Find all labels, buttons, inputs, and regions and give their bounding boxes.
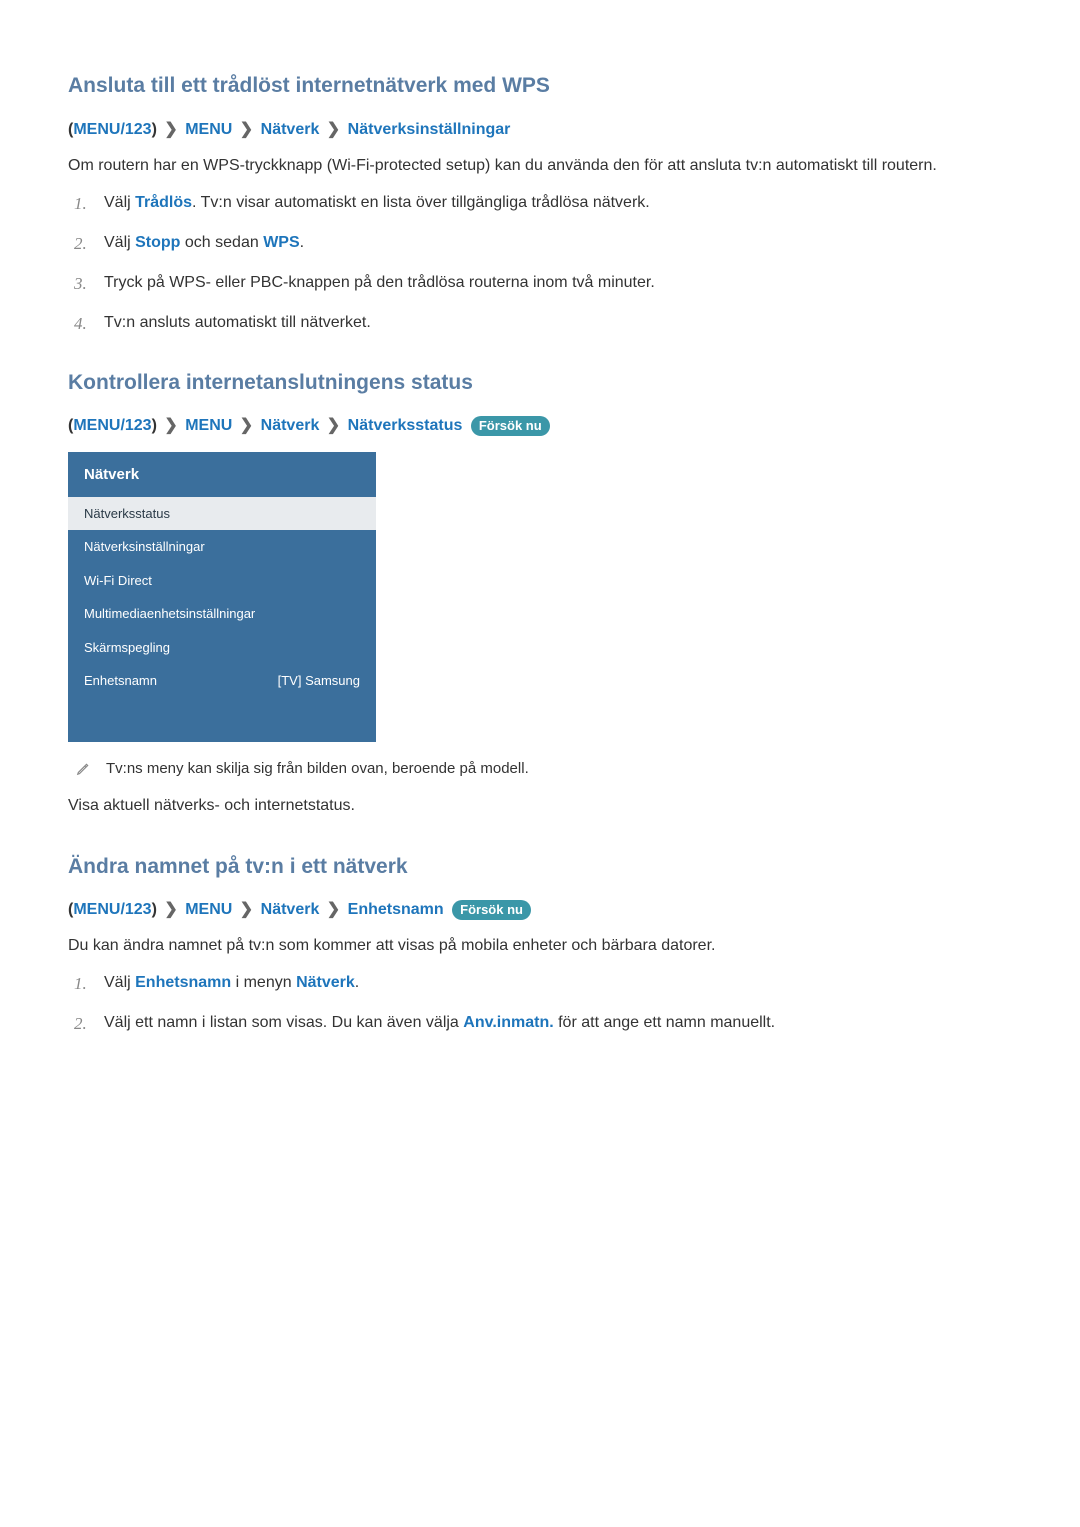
step-1: Välj Enhetsnamn i menyn Nätverk. bbox=[68, 971, 1012, 995]
steps-wps: Välj Trådlös. Tv:n visar automatiskt en … bbox=[68, 191, 1012, 335]
heading-change-name: Ändra namnet på tv:n i ett nätverk bbox=[68, 851, 1012, 883]
menu-item-skarmspegling[interactable]: Skärmspegling bbox=[68, 631, 376, 665]
link-stopp: Stopp bbox=[135, 234, 180, 251]
steps-devicename: Välj Enhetsnamn i menyn Nätverk. Välj et… bbox=[68, 971, 1012, 1035]
menu-item-wifidirect[interactable]: Wi-Fi Direct bbox=[68, 564, 376, 598]
menu-item-enhetsnamn[interactable]: Enhetsnamn [TV] Samsung bbox=[68, 664, 376, 698]
bc-menu: MENU bbox=[185, 901, 232, 918]
heading-wps: Ansluta till ett trådlöst internetnätver… bbox=[68, 70, 1012, 102]
bc-menu: MENU bbox=[185, 417, 232, 434]
tv-menu-screenshot: Nätverk Nätverksstatus Nätverksinställni… bbox=[68, 452, 376, 742]
chevron-right-icon: ❯ bbox=[240, 414, 253, 438]
intro-wps: Om routern har en WPS-tryckknapp (Wi-Fi-… bbox=[68, 154, 1012, 179]
breadcrumb-wps: (MENU/123) ❯ MENU ❯ Nätverk ❯ Nätverksin… bbox=[68, 118, 1012, 142]
menu-item-label: Skärmspegling bbox=[84, 638, 170, 658]
link-enhetsnamn: Enhetsnamn bbox=[135, 974, 231, 991]
breadcrumb-status: (MENU/123) ❯ MENU ❯ Nätverk ❯ Nätverksst… bbox=[68, 414, 1012, 438]
link-natverk: Nätverk bbox=[296, 974, 355, 991]
bc-natverk: Nätverk bbox=[261, 901, 320, 918]
step-4: Tv:n ansluts automatiskt till nätverket. bbox=[68, 311, 1012, 335]
link-anvinmatn: Anv.inmatn. bbox=[463, 1014, 553, 1031]
step-2: Välj Stopp och sedan WPS. bbox=[68, 231, 1012, 255]
body-status: Visa aktuell nätverks- och internetstatu… bbox=[68, 794, 1012, 819]
menu-item-value: [TV] Samsung bbox=[278, 671, 360, 691]
note-text: Tv:ns meny kan skilja sig från bilden ov… bbox=[106, 758, 529, 781]
step-3: Tryck på WPS- eller PBC-knappen på den t… bbox=[68, 271, 1012, 295]
intro-devicename: Du kan ändra namnet på tv:n som kommer a… bbox=[68, 934, 1012, 959]
chevron-right-icon: ❯ bbox=[240, 118, 253, 142]
section-connect-wps: Ansluta till ett trådlöst internetnätver… bbox=[68, 70, 1012, 335]
menu-item-label: Wi-Fi Direct bbox=[84, 571, 152, 591]
chevron-right-icon: ❯ bbox=[164, 118, 177, 142]
step-1: Välj Trådlös. Tv:n visar automatiskt en … bbox=[68, 191, 1012, 215]
chevron-right-icon: ❯ bbox=[327, 118, 340, 142]
section-change-name: Ändra namnet på tv:n i ett nätverk (MENU… bbox=[68, 851, 1012, 1036]
bc-natverk: Nätverk bbox=[261, 121, 320, 138]
link-wps: WPS bbox=[263, 234, 299, 251]
menu-item-multimedia[interactable]: Multimediaenhetsinställningar bbox=[68, 597, 376, 631]
breadcrumb-devicename: (MENU/123) ❯ MENU ❯ Nätverk ❯ Enhetsnamn… bbox=[68, 898, 1012, 922]
link-tradlos: Trådlös bbox=[135, 194, 192, 211]
paren-close: ) bbox=[152, 121, 157, 138]
bc-natverksstatus: Nätverksstatus bbox=[348, 417, 463, 434]
try-it-now-badge[interactable]: Försök nu bbox=[452, 900, 531, 921]
chevron-right-icon: ❯ bbox=[240, 898, 253, 922]
bc-natverk: Nätverk bbox=[261, 417, 320, 434]
pencil-icon bbox=[76, 760, 90, 784]
try-it-now-badge[interactable]: Försök nu bbox=[471, 416, 550, 437]
bc-menu123: MENU/123 bbox=[73, 121, 151, 138]
bc-menu123: MENU/123 bbox=[73, 417, 151, 434]
note-row: Tv:ns meny kan skilja sig från bilden ov… bbox=[68, 758, 1012, 784]
menu-item-label: Nätverksstatus bbox=[84, 504, 170, 524]
menu-item-natverksinstallningar[interactable]: Nätverksinställningar bbox=[68, 530, 376, 564]
menu-item-label: Multimediaenhetsinställningar bbox=[84, 604, 255, 624]
chevron-right-icon: ❯ bbox=[164, 898, 177, 922]
menu-item-label: Nätverksinställningar bbox=[84, 537, 205, 557]
menu-item-natverksstatus[interactable]: Nätverksstatus bbox=[68, 497, 376, 531]
heading-check-status: Kontrollera internetanslutningens status bbox=[68, 367, 1012, 399]
chevron-right-icon: ❯ bbox=[164, 414, 177, 438]
bc-natverksinstallningar: Nätverksinställningar bbox=[348, 121, 511, 138]
menu-item-label: Enhetsnamn bbox=[84, 671, 157, 691]
menu-title: Nätverk bbox=[68, 452, 376, 497]
bc-enhetsnamn: Enhetsnamn bbox=[348, 901, 444, 918]
bc-menu: MENU bbox=[185, 121, 232, 138]
section-check-status: Kontrollera internetanslutningens status… bbox=[68, 367, 1012, 819]
chevron-right-icon: ❯ bbox=[327, 898, 340, 922]
bc-menu123: MENU/123 bbox=[73, 901, 151, 918]
step-2: Välj ett namn i listan som visas. Du kan… bbox=[68, 1011, 1012, 1035]
chevron-right-icon: ❯ bbox=[327, 414, 340, 438]
